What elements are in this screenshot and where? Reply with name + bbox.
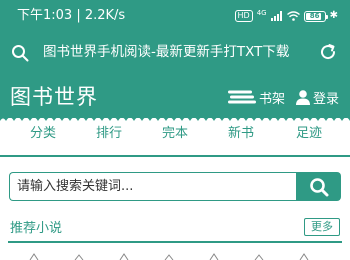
search-icon[interactable]: [11, 44, 29, 62]
hd-icon: HD: [234, 10, 253, 22]
main-nav: 分类 排行 完本 新书 足迹: [0, 121, 350, 149]
nav-item-completed[interactable]: 完本: [162, 125, 188, 143]
status-time: 下午1:03 | 2.2K/s: [17, 8, 126, 23]
search-button[interactable]: [296, 172, 341, 201]
system-icons: HD 4G 86 ✱: [234, 9, 338, 23]
top-bar: 下午1:03 | 2.2K/s HD 4G 86 ✱ 图书世界手机阅读-最新更新…: [0, 0, 350, 121]
scalloped-edge: [0, 113, 350, 121]
more-button[interactable]: 更多: [304, 218, 340, 236]
book-cover-strip: [29, 253, 309, 260]
signal-icon: [270, 11, 282, 21]
bookshelf-label: 书架: [259, 91, 286, 107]
nav-item-history[interactable]: 足迹: [296, 125, 322, 143]
login-button[interactable]: 登录: [296, 86, 339, 108]
network-label: 4G: [256, 9, 267, 17]
nav-item-ranking[interactable]: 排行: [96, 125, 122, 143]
user-icon: [296, 89, 310, 105]
search-input[interactable]: [10, 173, 296, 200]
bookshelf-icon: [228, 90, 256, 104]
section-divider: [8, 241, 342, 243]
search-icon: [309, 177, 328, 196]
site-header: 图书世界 书架 登录: [0, 80, 350, 114]
site-title[interactable]: 图书世界: [10, 83, 98, 111]
browser-url-bar: 图书世界手机阅读-最新更新手打TXT下载: [0, 32, 350, 72]
nav-item-new-books[interactable]: 新书: [228, 125, 254, 143]
reload-icon[interactable]: [318, 42, 338, 62]
nav-item-category[interactable]: 分类: [30, 125, 56, 143]
search-box: [9, 172, 296, 201]
bluetooth-icon: ✱: [329, 10, 338, 21]
nav-divider: [0, 155, 350, 157]
url-text[interactable]: 图书世界手机阅读-最新更新手打TXT下载: [43, 43, 301, 62]
wifi-icon: [286, 11, 300, 21]
recommend-section-title: 推荐小说: [10, 221, 63, 236]
bookshelf-button[interactable]: 书架: [228, 86, 285, 108]
login-label: 登录: [313, 91, 340, 107]
battery-icon: 86: [303, 10, 328, 22]
battery-level: 86: [309, 11, 320, 20]
status-bar: 下午1:03 | 2.2K/s HD 4G 86 ✱: [0, 0, 350, 32]
